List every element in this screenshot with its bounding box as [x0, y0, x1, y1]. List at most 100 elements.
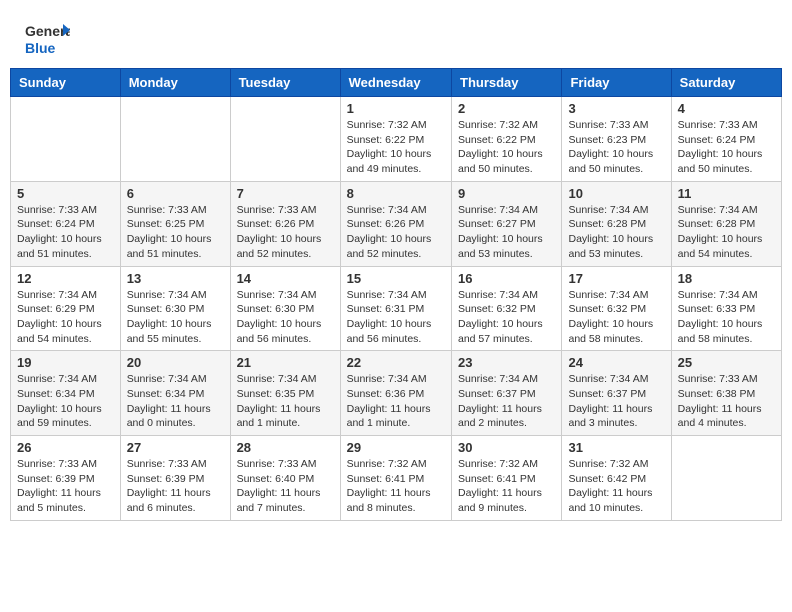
- day-header-tuesday: Tuesday: [230, 69, 340, 97]
- calendar-week-row: 5Sunrise: 7:33 AM Sunset: 6:24 PM Daylig…: [11, 181, 782, 266]
- logo: GeneralBlue: [25, 20, 70, 58]
- calendar-cell: 27Sunrise: 7:33 AM Sunset: 6:39 PM Dayli…: [120, 436, 230, 521]
- calendar-cell: 11 Sunrise: 7:34 AM Sunset: 6:28 PM Dayli…: [671, 181, 781, 266]
- day-info: Sunrise: 7:34 AM Sunset: 6:30 PM Dayligh…: [237, 288, 334, 347]
- day-number: 31: [568, 440, 664, 455]
- day-info: Sunrise: 7:32 AM Sunset: 6:41 PM Dayligh…: [347, 457, 445, 516]
- day-info: Sunrise: 7:33 AM Sunset: 6:23 PM Dayligh…: [568, 118, 664, 177]
- day-number: 15: [347, 271, 445, 286]
- day-header-thursday: Thursday: [452, 69, 562, 97]
- day-header-saturday: Saturday: [671, 69, 781, 97]
- calendar-cell: 14 Sunrise: 7:34 AM Sunset: 6:30 PM Dayli…: [230, 266, 340, 351]
- calendar-cell: 30 Sunrise: 7:32 AM Sunset: 6:41 PM Dayli…: [452, 436, 562, 521]
- calendar-cell: 4 Sunrise: 7:33 AM Sunset: 6:24 PM Daylig…: [671, 97, 781, 182]
- day-info: Sunrise: 7:34 AM Sunset: 6:32 PM Dayligh…: [568, 288, 664, 347]
- day-info: Sunrise: 7:33 AM Sunset: 6:24 PM Dayligh…: [17, 203, 114, 262]
- calendar-cell: 16 Sunrise: 7:34 AM Sunset: 6:32 PM Dayli…: [452, 266, 562, 351]
- day-number: 3: [568, 101, 664, 116]
- day-number: 18: [678, 271, 775, 286]
- day-info: Sunrise: 7:34 AM Sunset: 6:26 PM Dayligh…: [347, 203, 445, 262]
- day-number: 19: [17, 355, 114, 370]
- day-number: 6: [127, 186, 224, 201]
- calendar-cell: 24 Sunrise: 7:34 AM Sunset: 6:37 PM Dayli…: [562, 351, 671, 436]
- calendar-cell: 1 Sunrise: 7:32 AM Sunset: 6:22 PM Daylig…: [340, 97, 451, 182]
- day-info: Sunrise: 7:32 AM Sunset: 6:42 PM Dayligh…: [568, 457, 664, 516]
- day-info: Sunrise: 7:34 AM Sunset: 6:28 PM Dayligh…: [678, 203, 775, 262]
- day-number: 14: [237, 271, 334, 286]
- calendar-cell: 2Sunrise: 7:32 AM Sunset: 6:22 PM Daylig…: [452, 97, 562, 182]
- calendar-cell: 12 Sunrise: 7:34 AM Sunset: 6:29 PM Dayli…: [11, 266, 121, 351]
- day-number: 27: [127, 440, 224, 455]
- day-info: Sunrise: 7:34 AM Sunset: 6:35 PM Dayligh…: [237, 372, 334, 431]
- day-info: Sunrise: 7:34 AM Sunset: 6:32 PM Dayligh…: [458, 288, 555, 347]
- day-info: Sunrise: 7:33 AM Sunset: 6:24 PM Dayligh…: [678, 118, 775, 177]
- day-number: 24: [568, 355, 664, 370]
- calendar-cell: 20Sunrise: 7:34 AM Sunset: 6:34 PM Dayli…: [120, 351, 230, 436]
- calendar-cell: 29 Sunrise: 7:32 AM Sunset: 6:41 PM Dayli…: [340, 436, 451, 521]
- day-info: Sunrise: 7:32 AM Sunset: 6:41 PM Dayligh…: [458, 457, 555, 516]
- calendar-cell: [120, 97, 230, 182]
- calendar-cell: 19 Sunrise: 7:34 AM Sunset: 6:34 PM Dayli…: [11, 351, 121, 436]
- calendar-cell: 3 Sunrise: 7:33 AM Sunset: 6:23 PM Daylig…: [562, 97, 671, 182]
- day-info: Sunrise: 7:34 AM Sunset: 6:37 PM Dayligh…: [568, 372, 664, 431]
- calendar-cell: 9 Sunrise: 7:34 AM Sunset: 6:27 PM Daylig…: [452, 181, 562, 266]
- day-number: 22: [347, 355, 445, 370]
- calendar-cell: 15 Sunrise: 7:34 AM Sunset: 6:31 PM Dayli…: [340, 266, 451, 351]
- day-number: 9: [458, 186, 555, 201]
- calendar-week-row: 26Sunrise: 7:33 AM Sunset: 6:39 PM Dayli…: [11, 436, 782, 521]
- day-header-sunday: Sunday: [11, 69, 121, 97]
- day-number: 12: [17, 271, 114, 286]
- calendar-cell: 10 Sunrise: 7:34 AM Sunset: 6:28 PM Dayli…: [562, 181, 671, 266]
- calendar-cell: [230, 97, 340, 182]
- day-number: 7: [237, 186, 334, 201]
- day-header-friday: Friday: [562, 69, 671, 97]
- day-info: Sunrise: 7:34 AM Sunset: 6:27 PM Dayligh…: [458, 203, 555, 262]
- day-info: Sunrise: 7:32 AM Sunset: 6:22 PM Dayligh…: [347, 118, 445, 177]
- svg-text:Blue: Blue: [25, 40, 56, 56]
- calendar-cell: 18 Sunrise: 7:34 AM Sunset: 6:33 PM Dayli…: [671, 266, 781, 351]
- calendar-cell: 5Sunrise: 7:33 AM Sunset: 6:24 PM Daylig…: [11, 181, 121, 266]
- calendar-cell: 8 Sunrise: 7:34 AM Sunset: 6:26 PM Daylig…: [340, 181, 451, 266]
- calendar-table: SundayMondayTuesdayWednesdayThursdayFrid…: [10, 68, 782, 521]
- day-info: Sunrise: 7:33 AM Sunset: 6:38 PM Dayligh…: [678, 372, 775, 431]
- day-info: Sunrise: 7:34 AM Sunset: 6:33 PM Dayligh…: [678, 288, 775, 347]
- day-info: Sunrise: 7:34 AM Sunset: 6:37 PM Dayligh…: [458, 372, 555, 431]
- calendar-cell: [11, 97, 121, 182]
- day-number: 16: [458, 271, 555, 286]
- day-number: 4: [678, 101, 775, 116]
- day-info: Sunrise: 7:33 AM Sunset: 6:26 PM Dayligh…: [237, 203, 334, 262]
- day-info: Sunrise: 7:34 AM Sunset: 6:30 PM Dayligh…: [127, 288, 224, 347]
- calendar-cell: 7 Sunrise: 7:33 AM Sunset: 6:26 PM Daylig…: [230, 181, 340, 266]
- day-info: Sunrise: 7:34 AM Sunset: 6:36 PM Dayligh…: [347, 372, 445, 431]
- calendar-cell: 13 Sunrise: 7:34 AM Sunset: 6:30 PM Dayli…: [120, 266, 230, 351]
- calendar-week-row: 12 Sunrise: 7:34 AM Sunset: 6:29 PM Dayli…: [11, 266, 782, 351]
- day-number: 23: [458, 355, 555, 370]
- day-info: Sunrise: 7:33 AM Sunset: 6:39 PM Dayligh…: [17, 457, 114, 516]
- calendar-cell: 6Sunrise: 7:33 AM Sunset: 6:25 PM Daylig…: [120, 181, 230, 266]
- day-number: 11: [678, 186, 775, 201]
- day-number: 8: [347, 186, 445, 201]
- day-header-wednesday: Wednesday: [340, 69, 451, 97]
- calendar-cell: 21 Sunrise: 7:34 AM Sunset: 6:35 PM Dayli…: [230, 351, 340, 436]
- calendar-week-row: 1 Sunrise: 7:32 AM Sunset: 6:22 PM Daylig…: [11, 97, 782, 182]
- day-number: 25: [678, 355, 775, 370]
- day-info: Sunrise: 7:34 AM Sunset: 6:28 PM Dayligh…: [568, 203, 664, 262]
- day-info: Sunrise: 7:33 AM Sunset: 6:40 PM Dayligh…: [237, 457, 334, 516]
- day-info: Sunrise: 7:34 AM Sunset: 6:31 PM Dayligh…: [347, 288, 445, 347]
- day-number: 28: [237, 440, 334, 455]
- day-number: 10: [568, 186, 664, 201]
- calendar-cell: [671, 436, 781, 521]
- day-info: Sunrise: 7:34 AM Sunset: 6:34 PM Dayligh…: [17, 372, 114, 431]
- day-number: 1: [347, 101, 445, 116]
- day-number: 13: [127, 271, 224, 286]
- day-number: 30: [458, 440, 555, 455]
- day-info: Sunrise: 7:32 AM Sunset: 6:22 PM Dayligh…: [458, 118, 555, 177]
- day-number: 20: [127, 355, 224, 370]
- calendar-cell: 17Sunrise: 7:34 AM Sunset: 6:32 PM Dayli…: [562, 266, 671, 351]
- day-number: 29: [347, 440, 445, 455]
- calendar-cell: 26Sunrise: 7:33 AM Sunset: 6:39 PM Dayli…: [11, 436, 121, 521]
- calendar-cell: 31 Sunrise: 7:32 AM Sunset: 6:42 PM Dayli…: [562, 436, 671, 521]
- calendar-cell: 23 Sunrise: 7:34 AM Sunset: 6:37 PM Dayli…: [452, 351, 562, 436]
- day-info: Sunrise: 7:34 AM Sunset: 6:29 PM Dayligh…: [17, 288, 114, 347]
- day-number: 21: [237, 355, 334, 370]
